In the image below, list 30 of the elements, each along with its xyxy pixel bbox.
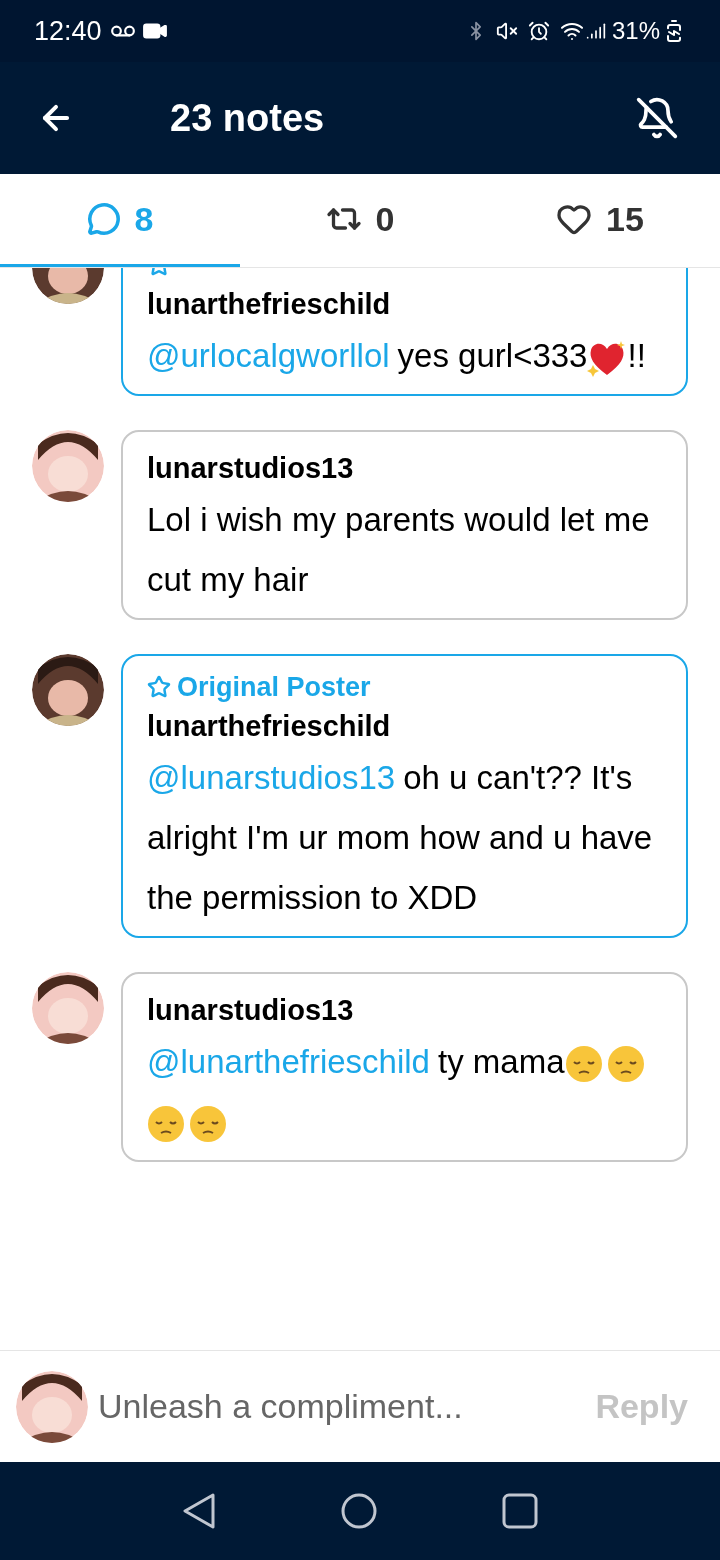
avatar-icon [32, 430, 104, 502]
avatar-icon [32, 972, 104, 1044]
pensive-face-icon [189, 1105, 227, 1144]
notes-tab[interactable]: 0 [240, 174, 480, 267]
reply-text: @lunarthefrieschild ty mama [147, 1032, 662, 1152]
recents-nav-icon[interactable] [502, 1493, 538, 1529]
clock-text: 12:40 [34, 14, 102, 48]
page-title: 23 notes [170, 95, 325, 141]
home-nav-icon[interactable] [340, 1492, 378, 1530]
reply-text: Lol i wish my parents would let me cut my hair [147, 500, 651, 600]
avatar-icon [32, 654, 104, 726]
username[interactable]: lunarthefrieschild [147, 704, 662, 748]
alarm-icon [527, 20, 550, 42]
mute-icon [495, 20, 518, 42]
username[interactable]: lunarthefrieschild [147, 282, 662, 326]
pensive-face-icon [147, 1105, 185, 1144]
back-nav-icon[interactable] [182, 1492, 216, 1530]
signal-icon [585, 21, 606, 41]
battery-text: 31% [611, 16, 660, 46]
avatar-icon [16, 1370, 88, 1443]
star-icon [147, 675, 171, 699]
original-poster-label: Original Poster [177, 670, 371, 704]
pensive-face-icon [564, 1045, 603, 1084]
username[interactable]: lunarstudios13 [147, 446, 662, 490]
notes-tab[interactable]: 15 [480, 174, 720, 267]
reply-text: @urlocalgworllol yes gurl<333 !! [147, 326, 662, 386]
pensive-face-icon [606, 1045, 645, 1084]
reply-text: @lunarstudios13 oh u can't?? It's alright I'm ur mom how and u have the permission to XDD [147, 758, 654, 918]
comment-icon [86, 202, 121, 236]
username[interactable]: lunarstudios13 [147, 988, 662, 1032]
